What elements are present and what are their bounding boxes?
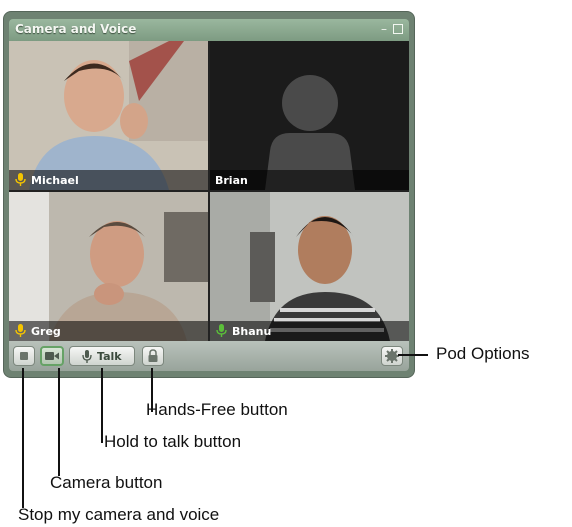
callout-line-camera bbox=[58, 368, 60, 476]
camera-button[interactable] bbox=[40, 346, 64, 366]
participant-name: Michael bbox=[31, 174, 79, 187]
participant-name: Bhanu bbox=[232, 325, 272, 338]
callout-line-stop bbox=[22, 368, 24, 508]
callout-hold-to-talk: Hold to talk button bbox=[104, 432, 242, 451]
microphone-icon bbox=[82, 350, 92, 363]
callout-line-pod-options bbox=[398, 354, 428, 356]
talk-label: Talk bbox=[97, 350, 122, 363]
video-tile-bhanu: Bhanu bbox=[210, 192, 409, 341]
callout-camera: Camera button bbox=[50, 473, 163, 492]
pod-title: Camera and Voice bbox=[15, 22, 137, 36]
video-grid: Michael Brian Greg Bhanu bbox=[9, 41, 409, 341]
video-feed bbox=[9, 41, 208, 190]
hands-free-button[interactable] bbox=[142, 346, 164, 366]
lock-icon bbox=[148, 349, 158, 362]
maximize-icon[interactable] bbox=[393, 24, 403, 34]
callout-stop: Stop my camera and voice bbox=[18, 505, 220, 524]
stop-camera-voice-button[interactable] bbox=[13, 346, 35, 366]
video-tile-michael: Michael bbox=[9, 41, 208, 190]
minimize-icon[interactable]: – bbox=[381, 21, 387, 37]
pod-title-bar[interactable]: Camera and Voice – bbox=[9, 19, 409, 41]
camera-icon bbox=[45, 352, 59, 360]
hold-to-talk-button[interactable]: Talk bbox=[69, 346, 135, 366]
user-silhouette-icon bbox=[210, 41, 409, 190]
video-feed bbox=[210, 192, 409, 341]
video-tile-brian: Brian bbox=[210, 41, 409, 190]
stop-icon bbox=[20, 352, 28, 360]
callout-pod-options: Pod Options bbox=[436, 344, 530, 363]
callout-line-hold-to-talk bbox=[101, 368, 103, 443]
microphone-icon bbox=[15, 173, 26, 186]
participant-name: Brian bbox=[215, 174, 248, 187]
pod-toolbar: Talk bbox=[9, 341, 409, 371]
gear-icon bbox=[385, 349, 399, 363]
video-feed bbox=[9, 192, 208, 341]
camera-voice-pod: Camera and Voice – Michael Brian Greg Bh… bbox=[4, 12, 414, 377]
pod-options-button[interactable] bbox=[381, 346, 403, 366]
video-tile-greg: Greg bbox=[9, 192, 208, 341]
microphone-icon bbox=[216, 324, 227, 337]
participant-name: Greg bbox=[31, 325, 61, 338]
microphone-icon bbox=[15, 324, 26, 337]
callout-hands-free: Hands-Free button bbox=[146, 400, 288, 419]
